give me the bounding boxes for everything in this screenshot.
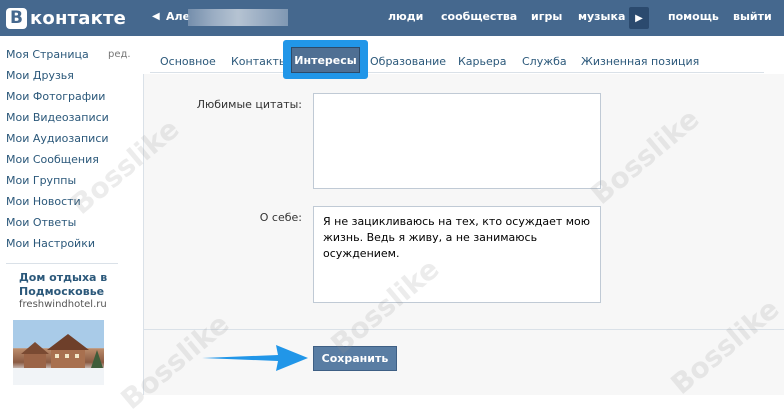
ad-image[interactable] (13, 320, 104, 385)
back-arrow-icon[interactable]: ◀ (152, 11, 160, 22)
tab-service[interactable]: Служба (522, 55, 567, 68)
nav-logout[interactable]: выйти (733, 10, 772, 23)
sidebar-item-photos[interactable]: Мои Фотографии (6, 90, 105, 103)
form-divider (143, 329, 784, 330)
vk-logo[interactable]: В контакте (6, 7, 126, 29)
quotes-textarea[interactable] (313, 93, 601, 189)
sidebar-edit-link[interactable]: ред. (108, 49, 131, 60)
blurred-surname (188, 9, 288, 26)
ad-image-drawing (13, 320, 104, 385)
user-name[interactable]: Але (166, 10, 190, 23)
tab-education[interactable]: Образование (370, 55, 446, 68)
about-label: О себе: (259, 211, 302, 224)
nav-communities[interactable]: сообщества (441, 10, 517, 23)
quotes-label: Любимые цитаты: (196, 98, 302, 111)
arrow-pointer-icon (202, 345, 308, 371)
sidebar-item-audio[interactable]: Мои Аудиозаписи (6, 132, 109, 145)
sidebar-item-settings[interactable]: Мои Настройки (6, 237, 95, 250)
tab-contacts[interactable]: Контакты (231, 55, 288, 68)
top-bar: В контакте ◀ Але люди сообщества игры му… (0, 0, 784, 36)
nav-people[interactable]: люди (388, 10, 423, 23)
sidebar-item-my-page[interactable]: Моя Страница (6, 48, 89, 61)
sidebar-item-answers[interactable]: Мои Ответы (6, 216, 76, 229)
save-button[interactable]: Сохранить (313, 346, 397, 371)
ad-divider (6, 263, 118, 264)
nav-more-icon[interactable]: ▶ (629, 7, 649, 29)
nav-games[interactable]: игры (531, 10, 562, 23)
sidebar-item-videos[interactable]: Мои Видеозаписи (6, 111, 109, 124)
sidebar-item-news[interactable]: Мои Новости (6, 195, 81, 208)
nav-help[interactable]: помощь (668, 10, 719, 23)
tab-basic[interactable]: Основное (160, 55, 216, 68)
vk-logo-text: контакте (30, 7, 127, 29)
tab-career[interactable]: Карьера (458, 55, 507, 68)
tab-interests[interactable]: Интересы (291, 47, 360, 73)
ad-domain[interactable]: freshwindhotel.ru (19, 299, 107, 310)
sidebar-item-groups[interactable]: Мои Группы (6, 174, 76, 187)
tabs-underline (150, 72, 764, 73)
vk-logo-icon: В (6, 7, 27, 29)
tab-life-position[interactable]: Жизненная позиция (581, 55, 699, 68)
ad-title[interactable]: Дом отдыха в Подмосковье (19, 271, 119, 299)
about-textarea[interactable]: Я не зацикливаюсь на тех, кто осуждает м… (313, 206, 601, 303)
sidebar-item-messages[interactable]: Мои Сообщения (6, 153, 99, 166)
sidebar-item-friends[interactable]: Мои Друзья (6, 69, 74, 82)
nav-music[interactable]: музыка (578, 10, 625, 23)
